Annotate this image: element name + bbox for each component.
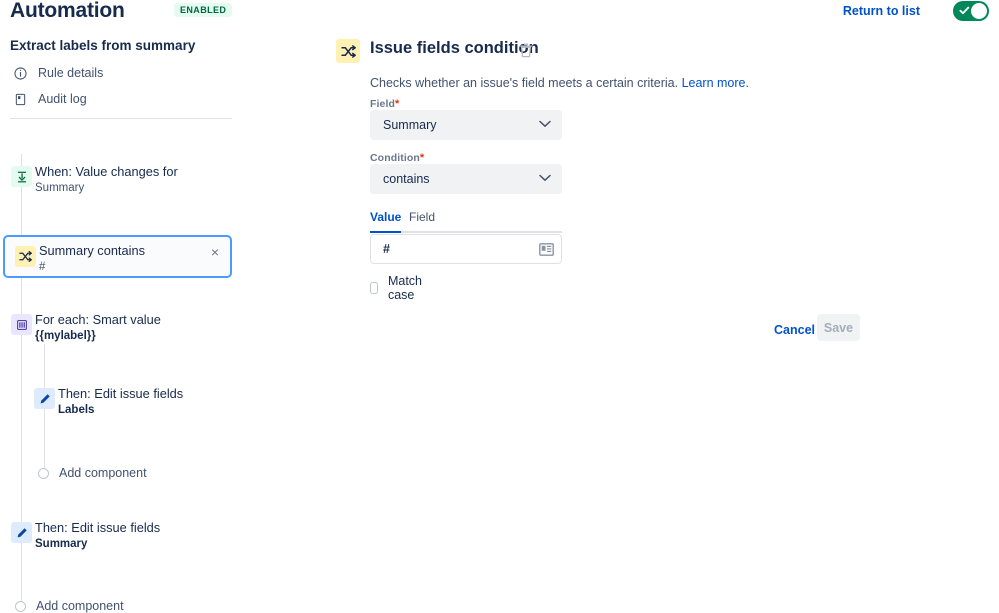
node-title: When: Value changes for	[35, 164, 178, 179]
required-marker: *	[395, 98, 400, 110]
tree-node-for-each[interactable]: For each: Smart value {{mylabel}}	[0, 312, 250, 354]
node-subtitle: Summary	[35, 182, 85, 194]
trigger-icon	[17, 171, 26, 182]
tab-active-indicator	[370, 231, 401, 233]
sidebar-item-rule-details[interactable]: Rule details	[14, 66, 103, 80]
node-subtitle: Summary	[35, 538, 88, 550]
condition-icon	[340, 44, 356, 58]
node-icon-wrapper	[34, 388, 55, 409]
node-text: For each: Smart value {{mylabel}}	[35, 312, 161, 344]
condition-select[interactable]: contains	[370, 164, 562, 194]
condition-select-value: contains	[383, 172, 430, 186]
condition-label: Condition*	[370, 152, 424, 164]
page-header: Automation ENABLED Return to list	[0, 0, 999, 30]
save-button[interactable]: Save	[817, 314, 860, 341]
rule-sidebar: Extract labels from summary Rule details…	[0, 32, 250, 613]
return-to-list-link[interactable]: Return to list	[843, 4, 920, 18]
add-component-dot-icon	[38, 467, 49, 479]
chevron-down-icon	[539, 120, 551, 127]
tree-node-then-edit-summary[interactable]: Then: Edit issue fields Summary	[0, 520, 250, 562]
panel-description: Checks whether an issue's field meets a …	[370, 76, 749, 90]
node-subtitle: Labels	[58, 404, 95, 416]
page-title: Automation	[10, 0, 125, 22]
node-text: Then: Edit issue fields Summary	[35, 520, 160, 552]
required-marker: *	[419, 152, 425, 164]
add-component-label: Add component	[59, 466, 147, 480]
sidebar-item-label: Audit log	[38, 92, 87, 106]
sidebar-divider	[10, 118, 232, 119]
match-case-label: Match case	[387, 274, 422, 302]
tab-field[interactable]: Field	[409, 210, 435, 230]
sidebar-item-label: Rule details	[38, 66, 104, 80]
match-case-checkbox[interactable]: Match case	[370, 274, 426, 302]
condition-label-text: Condition	[370, 152, 420, 164]
rule-enabled-toggle[interactable]	[953, 1, 989, 21]
panel-title: Issue fields condition	[370, 39, 539, 57]
tree-node-condition-selected[interactable]: Summary contains # ×	[3, 235, 232, 278]
add-component-button-root[interactable]: Add component	[15, 599, 124, 613]
close-icon[interactable]: ×	[208, 245, 222, 259]
field-select[interactable]: Summary	[370, 110, 562, 140]
node-subtitle: {{mylabel}}	[35, 330, 96, 342]
condition-icon	[19, 251, 32, 262]
trash-icon[interactable]	[519, 43, 533, 58]
node-text: When: Value changes for Summary	[35, 164, 178, 196]
checkbox-box	[370, 282, 378, 294]
for-each-icon	[16, 319, 27, 330]
node-icon-wrapper	[15, 246, 36, 267]
node-title: Summary contains	[39, 243, 145, 258]
node-title: Then: Edit issue fields	[58, 386, 184, 401]
node-title: For each: Smart value	[35, 312, 161, 327]
check-icon	[959, 6, 970, 15]
node-icon-wrapper	[11, 522, 32, 543]
panel-header-icon-wrapper	[336, 39, 360, 63]
node-subtitle: #	[39, 261, 46, 273]
tree-node-then-edit-labels[interactable]: Then: Edit issue fields Labels	[0, 386, 250, 428]
add-component-label: Add component	[36, 599, 124, 613]
audit-log-icon	[15, 93, 26, 105]
field-select-value: Summary	[383, 118, 437, 132]
cancel-button[interactable]: Cancel	[766, 317, 823, 343]
value-input-text: #	[383, 242, 390, 256]
field-label: Field*	[370, 98, 399, 110]
tree-node-trigger[interactable]: When: Value changes for Summary	[0, 164, 250, 206]
rule-name: Extract labels from summary	[10, 38, 196, 53]
pencil-icon	[40, 393, 50, 403]
node-icon-wrapper	[11, 166, 32, 187]
tab-value[interactable]: Value	[370, 210, 401, 230]
node-title: Then: Edit issue fields	[35, 520, 161, 535]
info-circle-icon	[14, 66, 27, 80]
node-text: Summary contains #	[39, 243, 145, 275]
learn-more-link[interactable]: Learn more.	[682, 76, 749, 90]
node-icon-wrapper	[11, 314, 32, 335]
toggle-knob	[971, 3, 987, 19]
node-text: Then: Edit issue fields Labels	[58, 386, 183, 418]
chevron-down-icon	[539, 174, 551, 181]
smart-value-picker-icon[interactable]	[538, 241, 555, 258]
add-component-button-nested[interactable]: Add component	[38, 466, 147, 480]
pencil-icon	[17, 527, 27, 537]
field-label-text: Field	[370, 98, 396, 110]
value-input[interactable]: #	[370, 234, 562, 264]
panel-description-text: Checks whether an issue's field meets a …	[370, 76, 682, 90]
sidebar-item-audit-log[interactable]: Audit log	[14, 92, 87, 106]
status-badge: ENABLED	[174, 3, 233, 17]
add-component-dot-icon	[15, 600, 26, 612]
